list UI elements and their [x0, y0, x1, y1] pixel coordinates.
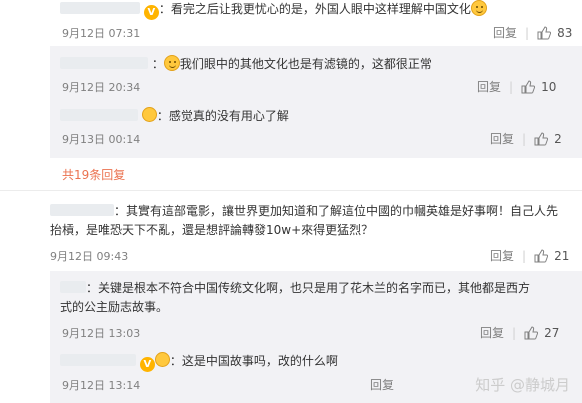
watermark: 知乎 @静城月	[475, 376, 570, 394]
reply-button[interactable]: 回复	[490, 130, 514, 147]
vip-badge-icon: V	[139, 357, 155, 372]
like-count: 83	[557, 25, 573, 40]
subreply-1-actions: 回复 | 10	[477, 78, 557, 95]
like-count: 27	[544, 325, 560, 340]
comment-1-time: 9月12日 07:31	[62, 27, 141, 40]
username-blurred[interactable]	[50, 204, 114, 216]
like-thumb-icon[interactable]	[534, 131, 549, 146]
comment-2-time: 9月12日 09:43	[50, 250, 129, 263]
comment-2-text-line2: 抬槓，是唯恐天下不亂，還是想評論轉發10w+來得更猛烈？	[50, 223, 374, 237]
subreply-3-text: ：关键是根本不符合中国传统文化啊，也只是用了花木兰的名字而已，其他都是西方	[60, 279, 580, 298]
user-icon	[154, 352, 170, 367]
subreply-1-time: 9月12日 20:34	[62, 81, 141, 94]
subreply-4-text: V ：这是中国故事吗，改的什么啊	[60, 352, 338, 372]
subreply-2-actions: 回复 | 2	[490, 130, 562, 147]
like-count: 21	[554, 248, 570, 263]
username-blurred[interactable]	[60, 57, 148, 69]
subreply-2-text: ：感觉真的没有用心了解	[60, 107, 289, 126]
emoji-icon	[163, 55, 180, 71]
like-count: 2	[554, 131, 562, 146]
comment-2-text: ：其實有這部電影，讓世界更加知道和了解這位中國的巾幗英雄是好事啊！自己人先	[50, 202, 580, 221]
username-blurred[interactable]	[60, 2, 140, 14]
user-icon	[141, 107, 157, 122]
subreply-2-time: 9月13日 00:14	[62, 133, 141, 146]
comment-1-actions: 回复 | 83	[493, 24, 573, 41]
username-blurred[interactable]	[60, 281, 86, 293]
comment-1-text: V ：看完之后让我更忧心的是，外国人眼中这样理解中国文化	[60, 0, 487, 20]
emoji-icon	[470, 0, 487, 16]
subreply-4-time: 9月12日 13:14	[62, 379, 141, 392]
like-thumb-icon[interactable]	[534, 248, 549, 263]
vip-badge-icon: V	[143, 5, 159, 20]
like-thumb-icon[interactable]	[521, 79, 536, 94]
reply-button[interactable]: 回复	[370, 376, 394, 393]
like-count: 10	[541, 79, 557, 94]
subreply-4-actions: 回复	[370, 376, 394, 393]
divider	[0, 190, 582, 191]
comment-2-actions: 回复 | 21	[490, 247, 570, 264]
username-blurred[interactable]	[60, 354, 136, 366]
subreply-1-text: ：我们眼中的其他文化也是有滤镜的，这都很正常	[60, 55, 432, 74]
reply-button[interactable]: 回复	[480, 324, 504, 341]
reply-button[interactable]: 回复	[493, 24, 517, 41]
like-thumb-icon[interactable]	[524, 325, 539, 340]
reply-button[interactable]: 回复	[490, 247, 514, 264]
like-thumb-icon[interactable]	[537, 25, 552, 40]
username-blurred[interactable]	[60, 109, 138, 121]
subreply-3-time: 9月12日 13:03	[62, 327, 141, 340]
subreply-3-text-line2: 式的公主励志故事。	[60, 300, 169, 314]
more-replies-link[interactable]: 共19条回复	[62, 166, 125, 183]
reply-button[interactable]: 回复	[477, 78, 501, 95]
subreply-3-actions: 回复 | 27	[480, 324, 560, 341]
